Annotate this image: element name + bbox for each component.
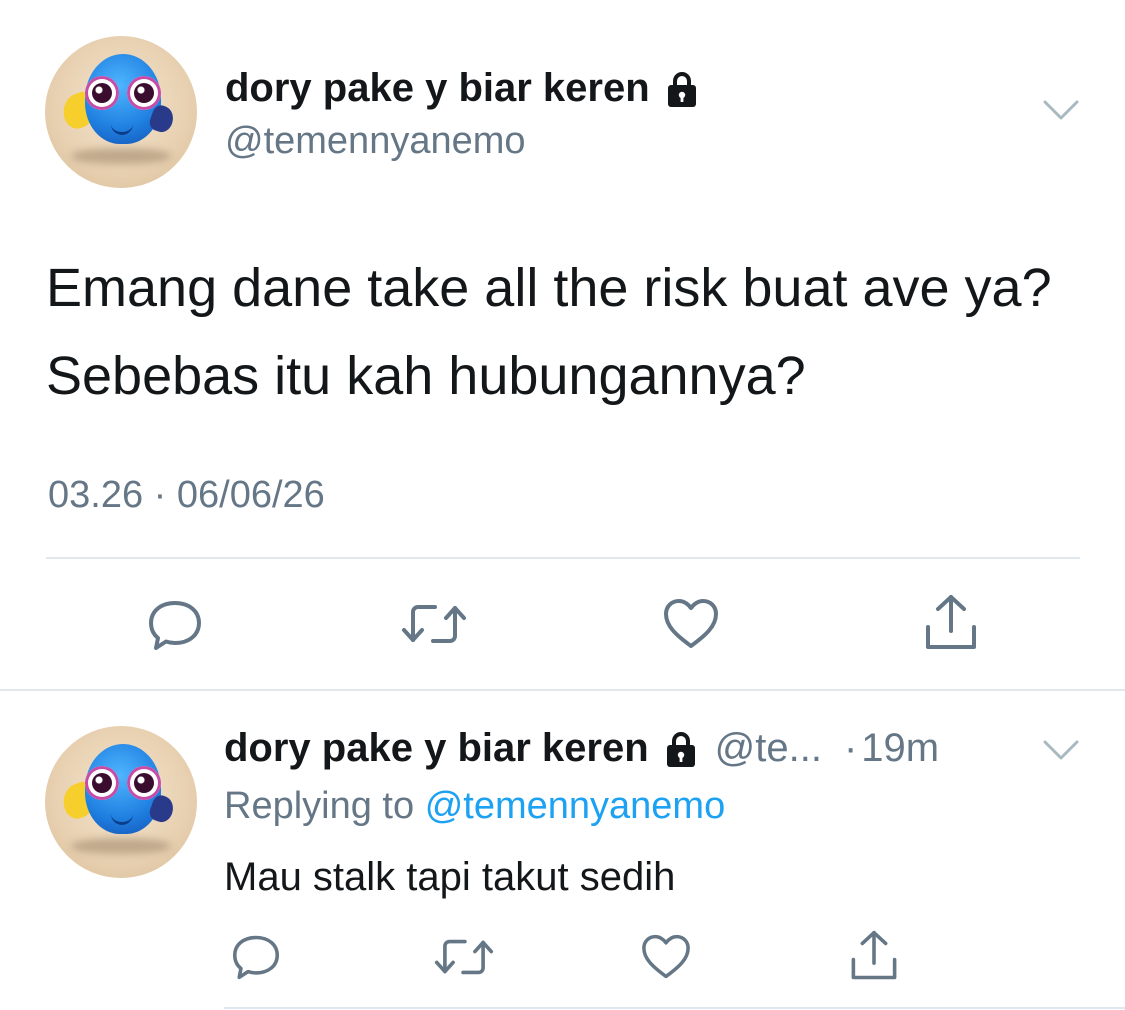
- tweet-text: Emang dane take all the risk buat ave ya…: [46, 258, 1052, 406]
- replying-to: Replying to @temennyanemo: [224, 785, 725, 828]
- lock-icon: [666, 731, 695, 767]
- retweet-icon: [434, 939, 494, 975]
- retweet-icon: [402, 605, 466, 643]
- avatar-shadow: [71, 148, 171, 164]
- divider: [0, 689, 1125, 691]
- avatar-eye-right: [127, 76, 161, 110]
- heart-icon: [664, 599, 718, 648]
- avatar[interactable]: [45, 726, 197, 878]
- display-name[interactable]: dory pake y biar keren: [224, 726, 649, 771]
- reply-icon: [233, 935, 279, 980]
- heart-icon: [642, 934, 690, 979]
- reply-timestamp[interactable]: 19m: [861, 726, 939, 771]
- reply-icon: [149, 601, 201, 650]
- chevron-down-icon[interactable]: [1042, 738, 1080, 762]
- tweet-thread: dory pake y biar keren @temennyanemo Ema…: [0, 0, 1125, 1010]
- like-button[interactable]: [660, 596, 722, 652]
- replying-to-mention[interactable]: @temennyanemo: [425, 785, 726, 827]
- avatar-eye-left: [85, 76, 119, 110]
- retweet-button[interactable]: [432, 934, 496, 980]
- user-handle[interactable]: @temennyanemo: [225, 120, 526, 163]
- separator-dot: ·: [843, 726, 858, 770]
- reply-header: dory pake y biar keren @te... · 19m: [224, 726, 1104, 771]
- replying-to-label: Replying to: [224, 785, 415, 827]
- avatar-eye-right: [127, 766, 161, 800]
- user-handle[interactable]: @te...: [715, 726, 822, 771]
- reply-text: Mau stalk tapi takut sedih: [224, 855, 676, 899]
- display-name-text: dory pake y biar keren: [225, 66, 650, 110]
- share-button[interactable]: [920, 592, 982, 654]
- chevron-down-icon[interactable]: [1042, 98, 1080, 122]
- share-icon: [851, 930, 897, 980]
- reply-button[interactable]: [228, 932, 284, 982]
- display-name[interactable]: dory pake y biar keren: [225, 66, 702, 111]
- share-icon: [926, 595, 976, 649]
- reply-button[interactable]: [144, 596, 206, 654]
- avatar[interactable]: [45, 36, 197, 188]
- like-button[interactable]: [638, 932, 694, 982]
- retweet-button[interactable]: [398, 598, 470, 650]
- lock-icon: [667, 71, 696, 107]
- share-button[interactable]: [846, 928, 902, 984]
- avatar-eye-left: [85, 766, 119, 800]
- avatar-shadow: [71, 838, 171, 854]
- divider: [46, 557, 1080, 559]
- divider: [224, 1007, 1125, 1009]
- tweet-timestamp[interactable]: 03.26 · 06/06/26: [48, 474, 325, 517]
